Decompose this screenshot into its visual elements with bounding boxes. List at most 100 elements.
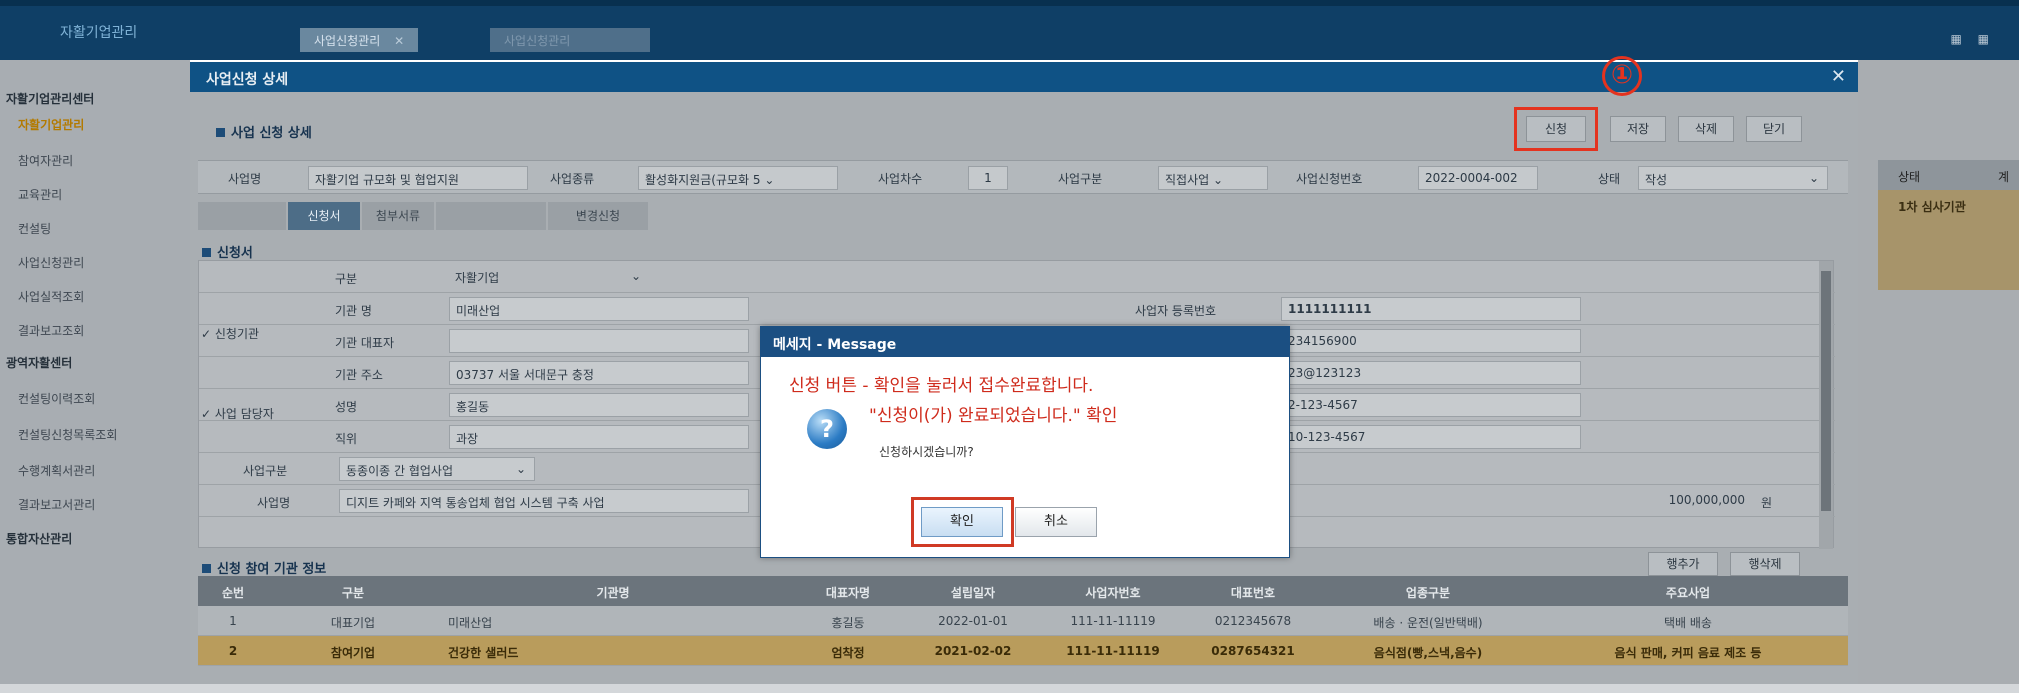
col-header-ceo: 대표자명 bbox=[825, 586, 871, 600]
representative-field[interactable] bbox=[449, 329, 749, 353]
group-label-org: ✓ 신청기관 bbox=[201, 327, 260, 341]
app-title: 자활기업관리 bbox=[60, 25, 138, 41]
sidebar: 자활기업관리센터 자활기업관리 참여자관리 교육관리 컨설팅 사업신청관리 사업… bbox=[0, 60, 190, 693]
table-header: 순번 구분 기관명 대표자명 설립일자 사업자번호 대표번호 업종구분 주요사업 bbox=[198, 576, 1848, 606]
status-select[interactable]: 작성 ⌄ bbox=[1638, 166, 1828, 190]
col-header-phone: 대표번호 bbox=[1230, 586, 1276, 600]
cell-ceo: 홍길동 bbox=[831, 616, 865, 630]
section-square-icon bbox=[202, 248, 211, 257]
tab-blank-1[interactable] bbox=[198, 202, 286, 230]
fax-field[interactable]: 23@123123 bbox=[1281, 361, 1581, 385]
modal-title: 사업신청 상세 bbox=[206, 72, 289, 88]
sidebar-section-regional[interactable]: 광역자활센터 bbox=[6, 354, 72, 374]
business-category-form-select[interactable]: 동종이종 간 협업사업 ⌄ bbox=[339, 457, 535, 481]
col-header-org-name: 기관명 bbox=[596, 586, 630, 600]
cell-founded: 2021-02-02 bbox=[934, 644, 1012, 658]
section-title-form: 신청서 bbox=[202, 242, 253, 261]
delete-row-button[interactable]: 행삭제 bbox=[1730, 552, 1800, 576]
sidebar-item-consult-history[interactable]: 컨설팅이력조회 bbox=[18, 390, 95, 410]
tab-attachments[interactable]: 첨부서류 bbox=[362, 202, 434, 230]
address-field[interactable]: 03737 서울 서대문구 충정 bbox=[449, 361, 749, 385]
business-round-field[interactable]: 1 bbox=[968, 166, 1008, 190]
cell-type: 참여기업 bbox=[330, 646, 376, 660]
tab-application-form[interactable]: 신청서 bbox=[288, 202, 360, 230]
table-row-selected[interactable]: 2 참여기업 건강한 샐러드 엄착정 2021-02-02 111-11-111… bbox=[198, 636, 1848, 666]
sidebar-item-report[interactable]: 결과보고서관리 bbox=[18, 496, 95, 516]
application-number-field[interactable]: 2022-0004-002 bbox=[1418, 166, 1538, 190]
manager-title-field[interactable]: 과장 bbox=[449, 425, 749, 449]
section-title-orgs: 신청 참여 기관 정보 bbox=[202, 558, 326, 577]
sidebar-item-business-apply[interactable]: 사업신청관리 bbox=[18, 254, 84, 274]
org-name-label: 기관 명 bbox=[335, 304, 372, 318]
status-label: 상태 bbox=[1598, 172, 1621, 186]
tab-secondary[interactable]: 사업신청관리 bbox=[490, 28, 650, 52]
save-button[interactable]: 저장 bbox=[1610, 116, 1666, 142]
cell-main-business: 택배 배송 bbox=[1664, 616, 1712, 630]
section-title-detail: 사업 신청 상세 bbox=[216, 122, 312, 141]
annotation-step-one: ① bbox=[1602, 56, 1642, 96]
business-round-label: 사업차수 bbox=[878, 172, 923, 186]
amount-field[interactable]: 100,000,000 bbox=[1631, 489, 1751, 513]
type-select[interactable]: 자활기업 ⌄ bbox=[449, 265, 649, 289]
form-scrollbar[interactable] bbox=[1819, 261, 1833, 549]
corporation-number-field[interactable]: 234156900 bbox=[1281, 329, 1581, 353]
sidebar-section-self-support[interactable]: 자활기업관리센터 bbox=[6, 90, 94, 110]
right-list-panel: 상태 계 1차 심사기관 bbox=[1858, 60, 2019, 693]
message-dialog: 메세지 - Message 신청 버튼 - 확인을 눌러서 접수완료합니다. "… bbox=[760, 326, 1290, 558]
tab-label: 사업신청관리 bbox=[504, 34, 571, 48]
add-row-button[interactable]: 행추가 bbox=[1648, 552, 1718, 576]
business-reg-field[interactable]: 1111111111 bbox=[1281, 297, 1581, 321]
application-number-label: 사업신청번호 bbox=[1296, 172, 1363, 186]
sidebar-item-enterprise[interactable]: 자활기업관리 bbox=[18, 116, 84, 136]
sidebar-section-assets[interactable]: 통합자산관리 bbox=[6, 530, 72, 550]
sidebar-item-consulting[interactable]: 컨설팅 bbox=[18, 220, 51, 240]
col-header-main-business: 주요사업 bbox=[1665, 586, 1711, 600]
cell-biz-no: 111-11-11119 bbox=[1066, 644, 1160, 658]
cancel-button[interactable]: 취소 bbox=[1015, 507, 1097, 537]
business-name-form-label: 사업명 bbox=[257, 496, 291, 510]
modal-close-icon[interactable]: ✕ bbox=[1831, 66, 1846, 87]
right-list-header: 상태 계 bbox=[1878, 160, 2019, 190]
phone-field[interactable]: 2-123-4567 bbox=[1281, 393, 1581, 417]
cell-ceo: 엄착정 bbox=[831, 646, 865, 660]
business-name-field[interactable]: 자활기업 규모화 및 협업지원 bbox=[308, 166, 528, 190]
cell-type: 대표기업 bbox=[330, 616, 376, 630]
cell-phone: 0287654321 bbox=[1211, 644, 1295, 658]
cell-org-name: 건강한 샐러드 bbox=[448, 646, 519, 660]
table-row[interactable]: 1 대표기업 미래산업 홍길동 2022-01-01 111-11-11119 … bbox=[198, 606, 1848, 636]
bottom-strip bbox=[0, 684, 2019, 693]
form-row-org-name: 기관 명 미래산업 사업자 등록번호 1111111111 bbox=[199, 293, 1835, 325]
business-type-select[interactable]: 활성화지원금(규모화 5 ⌄ bbox=[638, 166, 838, 190]
tab-business-application[interactable]: 사업신청관리 ✕ bbox=[300, 28, 419, 52]
sidebar-item-education[interactable]: 교육관리 bbox=[18, 186, 62, 206]
cell-biz-no: 111-11-11119 bbox=[1070, 614, 1156, 628]
sidebar-item-result-report[interactable]: 결과보고조회 bbox=[18, 322, 84, 342]
sidebar-item-participants[interactable]: 참여자관리 bbox=[18, 152, 73, 172]
cell-no: 1 bbox=[229, 614, 237, 628]
tab-change-request[interactable]: 변경신청 bbox=[548, 202, 648, 230]
sidebar-item-consult-list[interactable]: 컨설팅신청목록조회 bbox=[18, 426, 117, 446]
tab-close-icon[interactable]: ✕ bbox=[394, 34, 404, 48]
ok-button[interactable]: 확인 bbox=[921, 507, 1003, 537]
mobile-field[interactable]: 10-123-4567 bbox=[1281, 425, 1581, 449]
tab-blank-2[interactable] bbox=[436, 202, 546, 230]
manager-name-field[interactable]: 홍길동 bbox=[449, 393, 749, 417]
col-header-no: 순번 bbox=[221, 586, 245, 600]
form-row-type: 구분 자활기업 ⌄ bbox=[199, 261, 1835, 293]
right-list-selected-row[interactable]: 1차 심사기관 bbox=[1878, 190, 2019, 290]
delete-button[interactable]: 삭제 bbox=[1678, 116, 1734, 142]
top-strip bbox=[0, 0, 2019, 6]
business-category-select[interactable]: 직접사업 ⌄ bbox=[1158, 166, 1268, 190]
sidebar-item-performance[interactable]: 사업실적조회 bbox=[18, 288, 84, 308]
window-controls-icon[interactable]: ▦ ▦ bbox=[1951, 32, 1996, 46]
col-header-biz-no: 사업자번호 bbox=[1085, 586, 1141, 600]
cell-industry: 배송 · 운전(일반택배) bbox=[1373, 616, 1483, 630]
scrollbar-thumb[interactable] bbox=[1821, 271, 1831, 511]
org-name-field[interactable]: 미래산업 bbox=[449, 297, 749, 321]
apply-button-highlight bbox=[1514, 107, 1598, 151]
dialog-title: 메세지 - Message bbox=[761, 327, 1289, 357]
close-button[interactable]: 닫기 bbox=[1746, 116, 1802, 142]
business-name-form-field[interactable]: 디지트 카페와 지역 통송업체 협업 시스템 구축 사업 bbox=[339, 489, 749, 513]
cell-no: 2 bbox=[228, 644, 238, 658]
sidebar-item-plan[interactable]: 수행계획서관리 bbox=[18, 462, 95, 482]
